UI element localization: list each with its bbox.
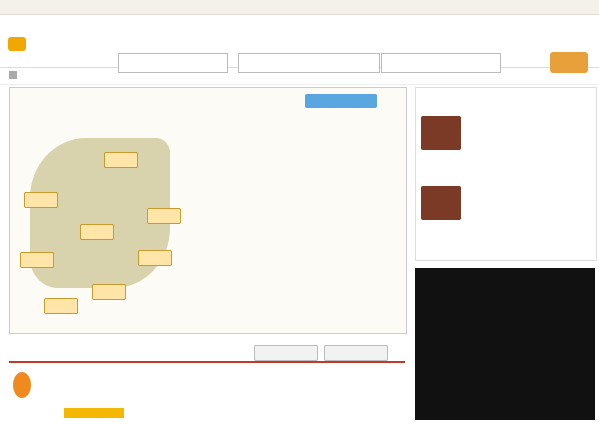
home-icon[interactable] (9, 71, 17, 79)
region-tag[interactable] (92, 284, 126, 300)
region-tag[interactable] (138, 250, 172, 266)
logo-mark-icon[interactable] (8, 37, 26, 51)
review-tab[interactable] (324, 345, 388, 361)
region-tag[interactable] (44, 298, 78, 314)
review-tab[interactable] (254, 345, 318, 361)
overseas-area-button[interactable] (305, 94, 377, 108)
region-tag[interactable] (104, 152, 138, 168)
region-tag[interactable] (80, 224, 114, 240)
reviewer-avatar[interactable] (13, 372, 31, 398)
site-header (0, 15, 599, 73)
map-panel (9, 87, 407, 334)
pr-photo[interactable] (421, 116, 461, 150)
ad-banner[interactable] (415, 268, 595, 420)
pr-photo[interactable] (421, 186, 461, 220)
region-tag[interactable] (24, 192, 58, 208)
star-icon (64, 408, 124, 418)
top-bar (0, 0, 599, 15)
breadcrumb (0, 68, 599, 85)
region-tag[interactable] (20, 252, 54, 268)
region-tag[interactable] (147, 208, 181, 224)
reviews-section-header (9, 345, 405, 363)
pr-panel (415, 87, 597, 261)
